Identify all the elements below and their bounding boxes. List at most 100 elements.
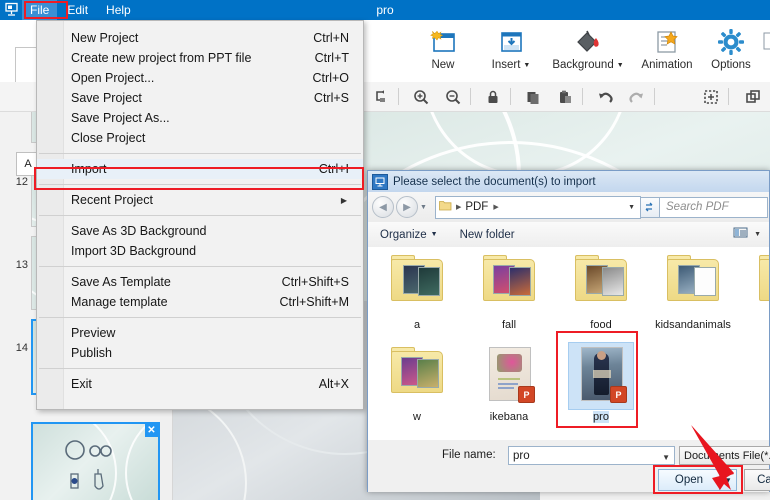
chevron-down-icon[interactable]: ▼ [628, 204, 635, 211]
file-item[interactable]: w [376, 343, 458, 433]
menu-label: Exit [71, 377, 92, 391]
menu-item-preview[interactable]: Preview [37, 323, 363, 343]
folder-thumb [509, 267, 531, 296]
menu-item-manage-template[interactable]: Manage template Ctrl+Shift+M [37, 292, 363, 312]
folder-thumb [418, 267, 440, 296]
menu-label: Save Project As... [71, 111, 170, 125]
copy-icon[interactable] [522, 86, 544, 107]
slide-number: 14 [6, 342, 28, 354]
menu-item-exit[interactable]: Exit Alt+X [37, 374, 363, 394]
menu-label: Open Project... [71, 71, 154, 85]
zoom-out-icon[interactable] [442, 86, 464, 107]
powerpoint-badge-icon: P [518, 386, 535, 403]
folder-thumb [694, 267, 716, 296]
new-folder-button[interactable]: New folder [454, 229, 521, 241]
menu-item-open-project[interactable]: Open Project... Ctrl+O [37, 68, 363, 88]
menu-item-save-as-template[interactable]: Save As Template Ctrl+Shift+S [37, 272, 363, 292]
dialog-navigation-bar: ◀ ▶ ▼ ▶ PDF ▶ ▼ Search PDF [368, 192, 769, 222]
breadcrumb-separator-icon: ▶ [493, 203, 498, 211]
file-name: kidsandanimals [655, 319, 731, 331]
ribbon-background-button[interactable]: Background ▼ [545, 20, 631, 80]
filename-input[interactable]: pro ▼ [508, 446, 675, 465]
chevron-down-icon: ▼ [617, 62, 624, 69]
file-menu-list: New Project Ctrl+N Create new project fr… [37, 21, 363, 394]
chevron-down-icon[interactable]: ▼ [754, 231, 761, 238]
search-input[interactable]: Search PDF [660, 197, 768, 218]
ribbon-publish-button[interactable]: P [758, 20, 770, 80]
menu-label: Close Project [71, 131, 145, 145]
refresh-icon[interactable] [641, 197, 660, 218]
view-layout-icon[interactable] [733, 226, 748, 244]
ribbon-insert-button[interactable]: Insert ▼ [477, 20, 545, 80]
file-name: ikebana [490, 411, 529, 423]
duplicate-icon[interactable] [742, 86, 764, 107]
filename-value: pro [513, 450, 530, 462]
file-name: w [413, 411, 421, 423]
menu-item-recent-project[interactable]: Recent Project ▶ [37, 190, 363, 210]
ribbon-new-button[interactable]: New [412, 20, 474, 80]
folder-icon [477, 251, 541, 317]
menu-item-import-3d-background[interactable]: Import 3D Background [37, 241, 363, 261]
paint-bucket-icon [573, 25, 603, 59]
filename-label: File name: [442, 449, 496, 461]
menu-accel: Ctrl+S [314, 91, 349, 105]
breadcrumb[interactable]: PDF [465, 201, 488, 213]
menu-accel: Ctrl+O [313, 71, 349, 85]
menu-label: Import 3D Background [71, 244, 196, 258]
file-item[interactable]: food [560, 251, 642, 341]
menu-item-publish[interactable]: Publish [37, 343, 363, 363]
undo-icon[interactable] [594, 86, 616, 107]
file-item[interactable]: a [376, 251, 458, 341]
menu-item-help[interactable]: Help [98, 0, 139, 20]
menu-item-close-project[interactable]: Close Project [37, 128, 363, 148]
menu-separator [39, 368, 361, 369]
menu-item-create-from-ppt[interactable]: Create new project from PPT file Ctrl+T [37, 48, 363, 68]
dialog-command-bar: Organize ▼ New folder ▼ [368, 222, 769, 248]
menu-label: Save As 3D Background [71, 224, 207, 238]
menu-item-save-project[interactable]: Save Project Ctrl+S [37, 88, 363, 108]
history-dropdown-icon[interactable]: ▼ [420, 204, 427, 211]
organize-button[interactable]: Organize ▼ [374, 229, 444, 241]
zoom-in-icon[interactable] [410, 86, 432, 107]
paste-icon[interactable] [554, 86, 576, 107]
import-item-highlight-box [34, 167, 364, 190]
slide-thumbnail-active[interactable]: ✕ [31, 422, 160, 500]
pro-file-highlight-box [556, 331, 638, 428]
gear-icon [717, 25, 745, 59]
back-arrow-icon[interactable]: ◀ [372, 196, 394, 218]
ribbon-insert-label: Insert [492, 59, 521, 71]
file-item[interactable]: fall [468, 251, 550, 341]
ribbon-animation-button[interactable]: Animation [631, 20, 703, 80]
redo-icon[interactable] [626, 86, 648, 107]
menu-item-save-as-3d-background[interactable]: Save As 3D Background [37, 221, 363, 241]
publish-icon [760, 25, 770, 59]
menu-accel: Ctrl+Shift+S [282, 275, 349, 289]
file-menu-highlight-box [24, 1, 68, 19]
menu-item-new-project[interactable]: New Project Ctrl+N [37, 28, 363, 48]
menu-label: New Project [71, 31, 138, 45]
reset-arrow-icon[interactable] [370, 86, 392, 107]
file-item[interactable]: kidsandanimals [652, 251, 734, 341]
select-area-icon[interactable] [700, 86, 722, 107]
menu-label: Preview [71, 326, 115, 340]
red-pointer-arrow [688, 424, 758, 499]
file-menu-dropdown[interactable]: New Project Ctrl+N Create new project fr… [36, 20, 364, 410]
folder-thumb [602, 267, 624, 296]
lock-icon[interactable] [482, 86, 504, 107]
close-icon[interactable]: ✕ [145, 424, 158, 437]
menu-item-save-project-as[interactable]: Save Project As... [37, 108, 363, 128]
menu-label: Create new project from PPT file [71, 51, 251, 65]
folder-icon [385, 343, 449, 409]
menu-accel: Ctrl+N [313, 31, 349, 45]
jewelry-thumbnail-art [33, 424, 158, 500]
ribbon-options-button[interactable]: Options [703, 20, 759, 80]
dialog-title: Please select the document(s) to import [393, 176, 596, 188]
file-item[interactable]: Leo [744, 251, 769, 341]
menu-label: Recent Project [71, 193, 153, 207]
address-bar[interactable]: ▶ PDF ▶ ▼ [435, 196, 641, 219]
ribbon-new-label: New [431, 59, 454, 71]
menu-accel: Alt+X [319, 377, 349, 391]
forward-arrow-icon[interactable]: ▶ [396, 196, 418, 218]
file-item[interactable]: P ikebana [468, 343, 550, 433]
chevron-down-icon[interactable]: ▼ [662, 453, 670, 462]
